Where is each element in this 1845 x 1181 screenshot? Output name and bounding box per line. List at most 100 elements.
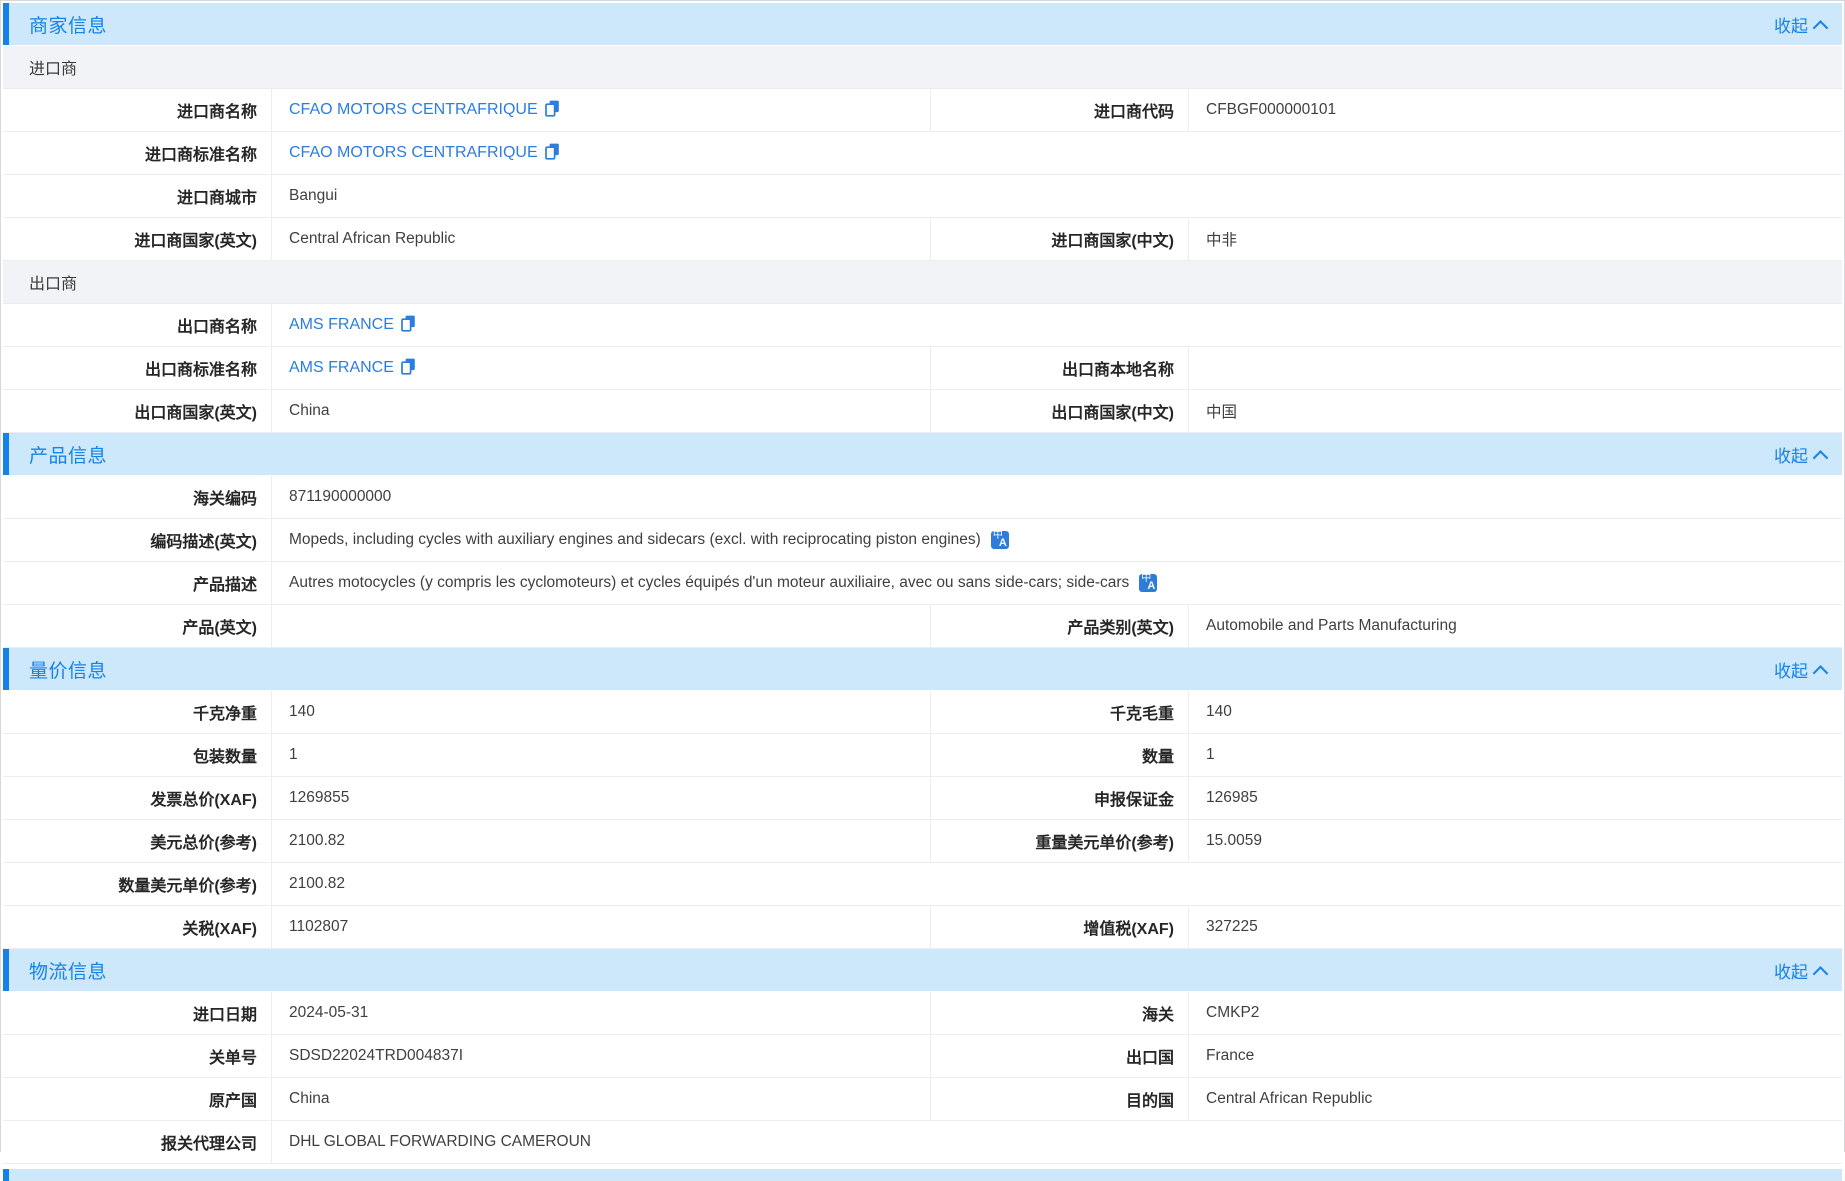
field-label: 千克毛重 [931, 691, 1189, 733]
field-label-text: 千克毛重 [1110, 700, 1174, 724]
field-value-text: CFBGF000000101 [1206, 101, 1336, 119]
table-row: 产品描述Autres motocycles (y compris les cyc… [3, 562, 1842, 605]
field-value: AMS FRANCE [272, 304, 1842, 346]
field-value: Autres motocycles (y compris les cyclomo… [272, 562, 1842, 604]
field-label-text: 出口商国家(中文) [1051, 399, 1174, 423]
product-info-title: 产品信息 [3, 441, 107, 468]
field-label-text: 进口日期 [193, 1001, 257, 1025]
field-label: 数量 [931, 734, 1189, 776]
section-accent-bar [3, 648, 9, 690]
copy-icon[interactable] [545, 100, 560, 122]
field-label-text: 数量 [1142, 743, 1174, 767]
table-row: 报关代理公司 DHL GLOBAL FORWARDING CAMEROUN [3, 1121, 1842, 1164]
field-label: 出口商国家(英文) [3, 390, 272, 432]
table-row: 出口商标准名称AMS FRANCE出口商本地名称 [3, 347, 1842, 390]
collapse-button[interactable]: 收起 [1774, 3, 1826, 45]
chevron-up-icon [1813, 665, 1829, 681]
field-label: 进口商代码 [931, 89, 1189, 131]
field-label: 报关代理公司 [3, 1121, 272, 1163]
field-label: 编码描述(英文) [3, 519, 272, 561]
field-value: Central African Republic [272, 218, 931, 260]
table-row: 美元总价(参考)2100.82重量美元单价(参考)15.0059 [3, 820, 1842, 863]
copy-icon[interactable] [545, 143, 560, 165]
field-label: 海关编码 [3, 476, 272, 518]
field-value: 871190000000 [272, 476, 1842, 518]
logistics-info-title: 物流信息 [3, 957, 107, 984]
table-row: 千克净重140千克毛重140 [3, 691, 1842, 734]
field-value-text: China [289, 402, 330, 420]
field-value-text: 2100.82 [289, 832, 345, 850]
field-value: 126985 [1189, 777, 1842, 819]
table-row: 进口商名称 CFAO MOTORS CENTRAFRIQUE 进口商代码 CFBGF0… [3, 89, 1842, 132]
field-value: 中非 [1189, 218, 1842, 260]
field-label: 出口商国家(中文) [931, 390, 1189, 432]
field-label-text: 进口商城市 [177, 184, 257, 208]
collapse-label: 收起 [1774, 442, 1808, 467]
field-label: 进口商标准名称 [3, 132, 272, 174]
field-label-text: 出口商名称 [177, 313, 257, 337]
field-value: Automobile and Parts Manufacturing [1189, 605, 1842, 647]
field-label: 关单号 [3, 1035, 272, 1077]
collapse-button[interactable]: 收起 [1774, 648, 1826, 690]
field-label-text: 数量美元单价(参考) [118, 872, 257, 896]
field-label-text: 进口商名称 [177, 98, 257, 122]
table-row: 原产国China目的国Central African Republic [3, 1078, 1842, 1121]
company-link[interactable]: CFAO MOTORS CENTRAFRIQUE [289, 144, 538, 162]
field-label: 数量美元单价(参考) [3, 863, 272, 905]
field-label-text: 海关编码 [193, 485, 257, 509]
field-value: CFAO MOTORS CENTRAFRIQUE [272, 89, 931, 131]
company-link[interactable]: AMS FRANCE [289, 316, 394, 334]
field-label-text: 进口商代码 [1094, 98, 1174, 122]
field-value [272, 605, 931, 647]
field-label-text: 出口商本地名称 [1062, 356, 1174, 380]
product-info-header: 产品信息 收起 [3, 433, 1842, 475]
field-value: AMS FRANCE [272, 347, 931, 389]
copy-icon[interactable] [401, 315, 416, 337]
field-label: 出口商本地名称 [931, 347, 1189, 389]
table-row: 进口商国家(英文)Central African Republic进口商国家(中… [3, 218, 1842, 261]
field-label-text: 海关 [1142, 1001, 1174, 1025]
field-label: 增值税(XAF) [931, 906, 1189, 948]
collapse-button[interactable]: 收起 [1774, 949, 1826, 991]
field-value-text: 1 [1206, 746, 1215, 764]
field-value-text: 2100.82 [289, 875, 345, 893]
field-label-text: 出口商国家(英文) [134, 399, 257, 423]
field-label: 产品类别(英文) [931, 605, 1189, 647]
field-label: 目的国 [931, 1078, 1189, 1120]
field-label-text: 增值税(XAF) [1083, 915, 1174, 939]
field-label-text: 美元总价(参考) [150, 829, 257, 853]
collapse-label: 收起 [1774, 958, 1808, 983]
field-label: 包装数量 [3, 734, 272, 776]
field-value-text: DHL GLOBAL FORWARDING CAMEROUN [289, 1133, 591, 1151]
field-label-text: 原产国 [209, 1087, 257, 1111]
subsection-label: 出口商 [29, 270, 77, 294]
field-value-text: 15.0059 [1206, 832, 1262, 850]
table-row: 发票总价(XAF)1269855申报保证金126985 [3, 777, 1842, 820]
field-label-text: 申报保证金 [1094, 786, 1174, 810]
company-link[interactable]: CFAO MOTORS CENTRAFRIQUE [289, 101, 538, 119]
field-value: China [272, 390, 931, 432]
field-value-text: SDSD22024TRD004837I [289, 1047, 463, 1065]
field-value-text: 871190000000 [289, 488, 391, 506]
collapse-button[interactable]: 收起 [1774, 433, 1826, 475]
field-value-text: Central African Republic [289, 230, 455, 248]
field-value: 1102807 [272, 906, 931, 948]
field-value [1189, 347, 1842, 389]
field-label-text: 千克净重 [193, 700, 257, 724]
translate-icon[interactable]: 中A [1139, 574, 1157, 592]
field-label: 出口国 [931, 1035, 1189, 1077]
field-label: 原产国 [3, 1078, 272, 1120]
field-label-text: 出口国 [1126, 1044, 1174, 1068]
copy-icon[interactable] [401, 358, 416, 380]
field-value: 2100.82 [272, 820, 931, 862]
translate-icon[interactable]: 中A [991, 531, 1009, 549]
company-link[interactable]: AMS FRANCE [289, 359, 394, 377]
merchant-info-title: 商家信息 [3, 11, 107, 38]
field-value-text: 1102807 [289, 918, 348, 936]
field-label-text: 报关代理公司 [161, 1130, 257, 1154]
quantity-price-info-header: 量价信息收起 [3, 648, 1842, 690]
table-row: 编码描述(英文)Mopeds, including cycles with au… [3, 519, 1842, 562]
field-value: CFBGF000000101 [1189, 89, 1842, 131]
field-label-text: 进口商国家(中文) [1051, 227, 1174, 251]
field-value-text: Automobile and Parts Manufacturing [1206, 617, 1457, 635]
